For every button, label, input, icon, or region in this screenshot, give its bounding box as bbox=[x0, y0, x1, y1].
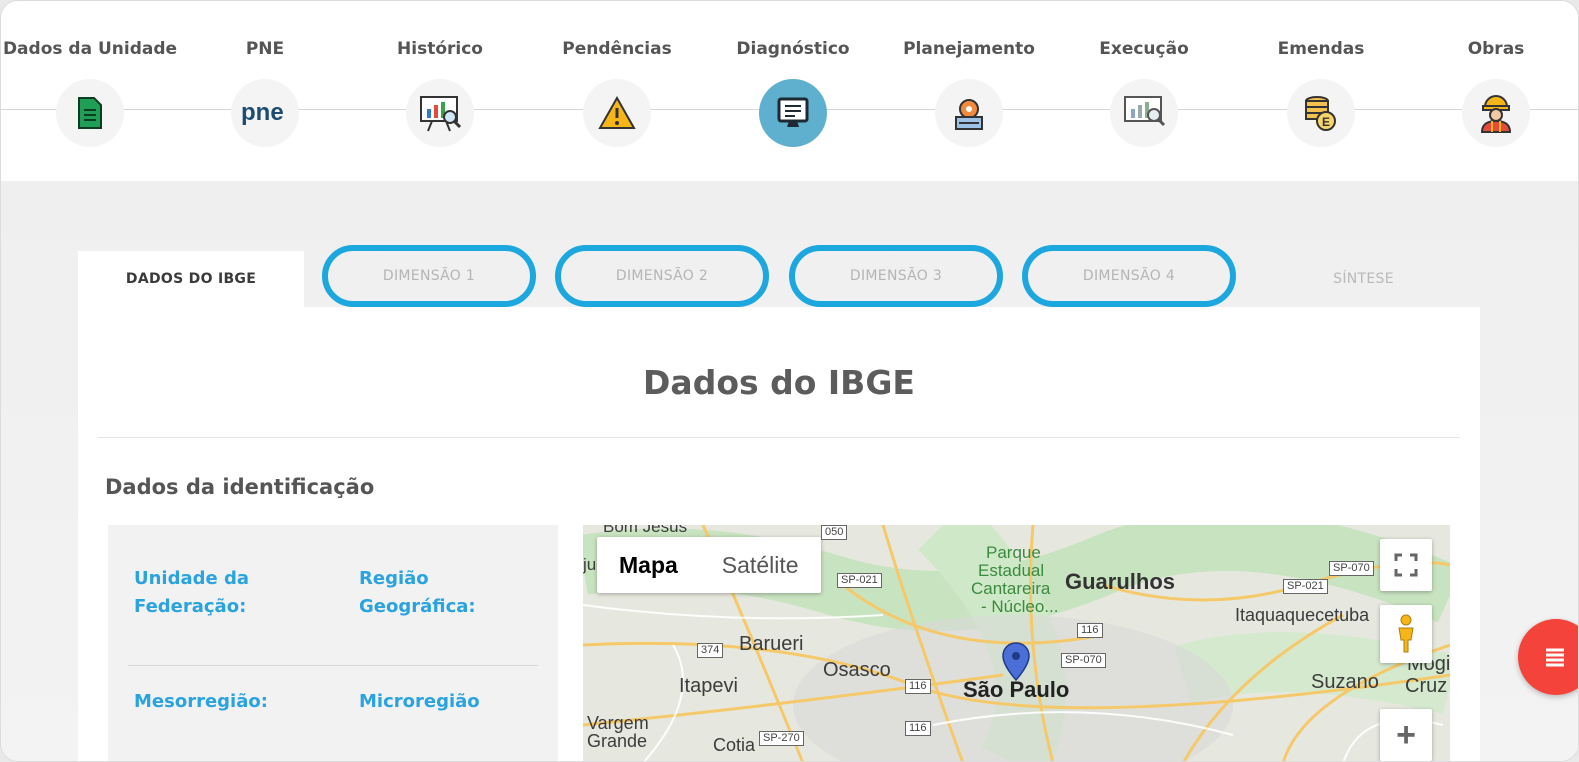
section-title: Dados da identificação bbox=[105, 475, 375, 499]
identification-panel: Unidade da Federação: Região Geográfica:… bbox=[108, 525, 558, 761]
tab-dimensao-3[interactable]: DIMENSÃO 3 bbox=[789, 245, 1003, 307]
tab-dimensao-2[interactable]: DIMENSÃO 2 bbox=[555, 245, 769, 307]
map-place-label: Suzano bbox=[1311, 671, 1379, 693]
app-frame: Dados da Unidade PNE pne Histórico Pendê… bbox=[0, 0, 1579, 762]
fullscreen-button[interactable] bbox=[1380, 539, 1432, 591]
map-place-label: Parque bbox=[986, 543, 1041, 562]
step-label: Dados da Unidade bbox=[2, 39, 178, 59]
worker-icon bbox=[1462, 79, 1530, 147]
map-place-label: ju bbox=[583, 555, 597, 574]
road-shield: 116 bbox=[1077, 623, 1103, 638]
map-place-label: Osasco bbox=[823, 659, 891, 681]
step-label: Diagnóstico bbox=[736, 39, 850, 59]
tab-dimensao-1[interactable]: DIMENSÃO 1 bbox=[322, 245, 536, 307]
step-obras[interactable]: Obras bbox=[1406, 39, 1578, 147]
road-shield: 116 bbox=[905, 679, 931, 694]
step-pendencias[interactable]: Pendências bbox=[527, 39, 707, 147]
street-view-button[interactable] bbox=[1380, 605, 1432, 663]
title-divider bbox=[98, 437, 1460, 438]
label-mesorregiao: Mesorregião: bbox=[134, 691, 268, 712]
ibge-card: Dados do IBGE Dados da identificação Uni… bbox=[78, 307, 1480, 761]
map-place-label: Cruz bbox=[1405, 675, 1448, 697]
tab-dados-do-ibge[interactable]: DADOS DO IBGE bbox=[78, 251, 304, 307]
step-label: PNE bbox=[245, 39, 285, 59]
road-shield: SP-021 bbox=[1283, 579, 1328, 594]
map-place-label: Barueri bbox=[739, 633, 804, 655]
presentation-chart-icon bbox=[406, 79, 474, 147]
step-historico[interactable]: Histórico bbox=[350, 39, 530, 147]
presentation-search-icon bbox=[1110, 79, 1178, 147]
coins-icon: E bbox=[1287, 79, 1355, 147]
map-type-satelite[interactable]: Satélite bbox=[700, 537, 821, 593]
road-shield: SP-270 bbox=[759, 731, 804, 746]
tab-dimensao-4[interactable]: DIMENSÃO 4 bbox=[1022, 245, 1236, 307]
road-shield: SP-070 bbox=[1061, 653, 1106, 668]
pne-logo-icon: pne bbox=[231, 79, 299, 147]
map-place-label: Itapevi bbox=[679, 675, 738, 697]
map-place-label: Cotia bbox=[713, 735, 756, 755]
monitor-checklist-icon bbox=[759, 79, 827, 147]
road-shield: SP-021 bbox=[837, 573, 882, 588]
map-place-label: Estadual bbox=[978, 561, 1045, 580]
map-place-label: Grande bbox=[587, 731, 648, 751]
tab-sintese[interactable]: SÍNTESE bbox=[1251, 251, 1476, 307]
step-label: Pendências bbox=[562, 39, 672, 59]
location-map[interactable]: Mapa Satélite Bom Jesus ju Parque Estadu… bbox=[583, 525, 1450, 761]
step-label: Execução bbox=[1099, 39, 1189, 59]
map-place-label: Guarulhos bbox=[1065, 569, 1176, 594]
label-unidade-da-federacao: Unidade da Federação: bbox=[134, 568, 250, 617]
step-label: Emendas bbox=[1277, 39, 1365, 59]
map-place-label: Bom Jesus bbox=[603, 525, 688, 536]
planning-gear-icon bbox=[935, 79, 1003, 147]
map-place-label: São Paulo bbox=[963, 677, 1070, 702]
road-shield: SP-070 bbox=[1329, 561, 1374, 576]
map-type-mapa[interactable]: Mapa bbox=[597, 537, 700, 593]
fullscreen-icon bbox=[1394, 553, 1418, 577]
step-label: Obras bbox=[1467, 39, 1525, 59]
list-icon bbox=[1546, 648, 1564, 667]
warning-icon bbox=[583, 79, 651, 147]
step-label: Planejamento bbox=[903, 39, 1035, 59]
step-label: Histórico bbox=[397, 39, 483, 59]
step-execucao[interactable]: Execução bbox=[1054, 39, 1234, 147]
zoom-in-button[interactable]: + bbox=[1380, 709, 1432, 761]
map-place-label: - Núcleo... bbox=[981, 597, 1059, 616]
step-dados-da-unidade[interactable]: Dados da Unidade bbox=[1, 39, 180, 147]
step-diagnostico[interactable]: Diagnóstico bbox=[703, 39, 883, 147]
process-stepper: Dados da Unidade PNE pne Histórico Pendê… bbox=[1, 1, 1578, 181]
road-shield: 116 bbox=[905, 721, 931, 736]
document-icon bbox=[56, 79, 124, 147]
svg-text:pne: pne bbox=[241, 100, 284, 126]
step-planejamento[interactable]: Planejamento bbox=[879, 39, 1059, 147]
map-place-label: Cantareira bbox=[971, 579, 1051, 598]
svg-text:E: E bbox=[1322, 115, 1330, 129]
road-shield: 050 bbox=[821, 525, 848, 540]
field-divider bbox=[128, 665, 538, 666]
label-regiao-geografica: Região Geográfica: bbox=[359, 568, 476, 617]
step-emendas[interactable]: Emendas E bbox=[1231, 39, 1411, 147]
page-title: Dados do IBGE bbox=[643, 363, 915, 402]
map-type-control: Mapa Satélite bbox=[597, 537, 821, 593]
road-shield: 374 bbox=[697, 643, 724, 658]
label-microregiao: Microregião bbox=[359, 691, 480, 712]
step-pne[interactable]: PNE pne bbox=[175, 39, 355, 147]
map-place-label: Itaquaquecetuba bbox=[1235, 605, 1370, 625]
pegman-icon bbox=[1398, 614, 1414, 653]
